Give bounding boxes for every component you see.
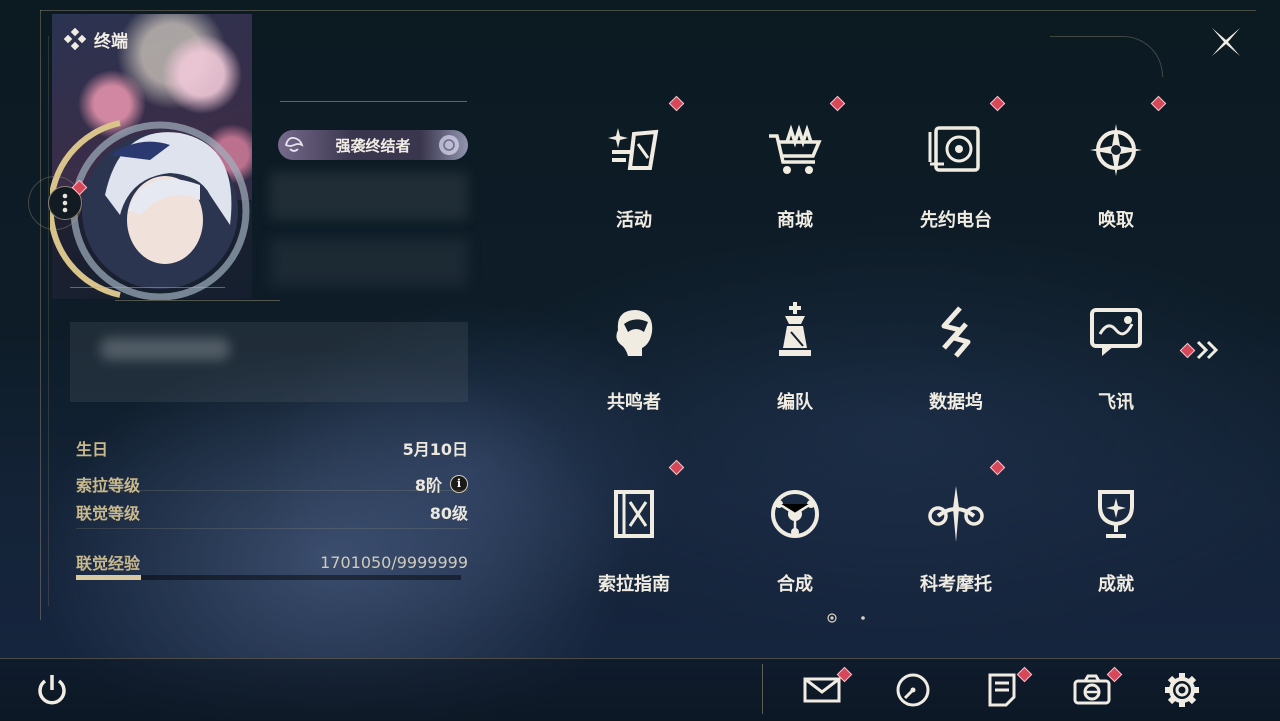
menu-item-activities[interactable]: 活动 [574, 90, 694, 250]
power-button[interactable] [32, 670, 72, 710]
union-exp-label: 联觉经验 [76, 554, 141, 573]
menu-item-label: 飞讯 [1098, 392, 1134, 413]
menu-item-label: 先约电台 [920, 210, 992, 231]
birthday-value: 5月10日 [402, 440, 468, 459]
stat-union-exp: 联觉经验 1701050/9999999 [76, 550, 468, 574]
power-icon [38, 675, 66, 705]
menu-item-label: 商城 [777, 210, 813, 231]
menu-item-sola-guide[interactable]: 索拉指南 [574, 454, 694, 614]
profile-divider [115, 300, 280, 301]
menu-item-label: 索拉指南 [598, 574, 670, 595]
player-uid-redacted [270, 238, 468, 286]
notice-button[interactable] [982, 670, 1022, 710]
mail-icon [803, 677, 841, 703]
message-icon [1090, 308, 1142, 356]
frame-top-line [40, 10, 1256, 11]
signature-box[interactable] [70, 322, 468, 402]
menu-item-data-dock[interactable]: 数据坞 [896, 272, 1016, 432]
shop-cart-icon [769, 124, 822, 174]
terminal-header: 终端 [64, 28, 128, 52]
menu-item-shop[interactable]: 商城 [735, 90, 855, 250]
gear-icon [1165, 673, 1199, 707]
menu-item-label: 科考摩托 [920, 574, 992, 595]
menu-item-achievements[interactable]: 成就 [1056, 454, 1176, 614]
menu-item-synthesis[interactable]: 合成 [735, 454, 855, 614]
gem-emblem-icon [439, 135, 459, 155]
double-chevron-right-icon [1196, 340, 1219, 360]
close-button[interactable] [1208, 24, 1244, 60]
guide-book-icon [614, 490, 654, 538]
camera-icon [1073, 674, 1111, 705]
data-dock-icon [941, 306, 971, 358]
diamond-cluster-icon [64, 28, 86, 50]
next-page-button[interactable] [1179, 338, 1222, 362]
sola-level-value: 8阶 [414, 476, 442, 495]
player-name-redacted [270, 172, 468, 220]
stat-union-level: 联觉等级 80级 [76, 500, 468, 524]
title-divider [280, 101, 467, 102]
menu-item-motorbike[interactable]: 科考摩托 [896, 454, 1016, 614]
history-button[interactable] [893, 670, 933, 710]
clock-icon [896, 673, 930, 707]
menu-item-messages[interactable]: 飞讯 [1056, 272, 1176, 432]
chess-piece-icon [779, 302, 811, 356]
page-title: 终端 [94, 31, 128, 52]
notification-badge [1179, 342, 1196, 359]
union-level-value: 80级 [429, 504, 468, 523]
sparkle-icon [608, 128, 659, 170]
player-title-badge[interactable]: 强袭终结者 [278, 130, 468, 160]
close-icon [1212, 28, 1240, 56]
resonator-head-icon [616, 310, 653, 356]
menu-item-label: 数据坞 [929, 392, 983, 413]
menu-item-convene[interactable]: 唤取 [1056, 90, 1176, 250]
sola-level-label: 索拉等级 [76, 476, 141, 495]
trophy-icon [1098, 490, 1134, 538]
page-indicator [827, 613, 865, 623]
union-exp-bar [76, 575, 461, 580]
synthesis-icon [771, 490, 819, 538]
bottom-separator [762, 664, 763, 714]
union-exp-fill [76, 575, 142, 580]
stat-divider [76, 490, 468, 491]
menu-item-label: 共鸣者 [607, 392, 661, 413]
settings-button[interactable] [1162, 670, 1202, 710]
menu-item-label: 活动 [616, 210, 652, 231]
birthday-label: 生日 [76, 440, 109, 459]
menu-item-label: 成就 [1098, 574, 1134, 595]
menu-item-radio[interactable]: 先约电台 [896, 90, 1016, 250]
menu-item-label: 编队 [777, 392, 813, 413]
mail-button[interactable] [802, 670, 842, 710]
menu-item-label: 唤取 [1098, 210, 1134, 231]
document-icon [988, 673, 1016, 707]
stat-sola-level: 索拉等级 8阶 i [76, 472, 468, 496]
union-level-label: 联觉等级 [76, 504, 141, 523]
radio-icon [928, 126, 980, 172]
frame-left-line [40, 10, 41, 620]
signature-redacted [100, 338, 230, 360]
menu-item-label: 合成 [777, 574, 813, 595]
frame-corner [1050, 36, 1163, 77]
union-exp-value: 1701050/9999999 [320, 552, 468, 572]
compass-star-icon [1090, 124, 1142, 176]
stat-birthday: 生日 5月10日 [76, 436, 468, 460]
stat-divider [76, 528, 468, 529]
menu-item-resonators[interactable]: 共鸣者 [574, 272, 694, 432]
photo-button[interactable] [1072, 670, 1112, 710]
frame-inner-line [48, 36, 49, 606]
motorbike-icon [928, 486, 984, 542]
menu-item-formation[interactable]: 编队 [735, 272, 855, 432]
